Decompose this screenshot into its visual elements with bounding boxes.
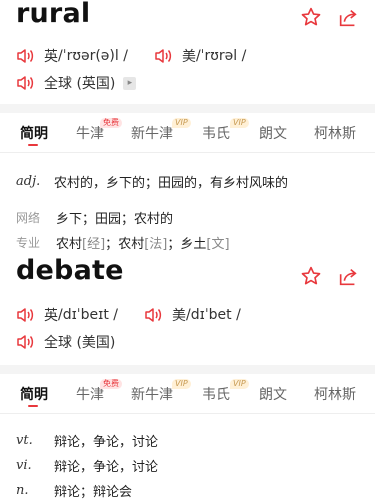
specialty-term: 乡土 [180,237,207,252]
share-icon[interactable] [337,7,359,29]
tab-longman[interactable]: 朗文 [259,123,287,143]
tabs-divider [0,152,375,153]
tab-collins[interactable]: 柯林斯 [314,123,356,143]
definition-row: vi. 辩论，争论，讨论 [16,456,158,475]
uk-label: 英 [44,308,58,324]
part-of-speech: n. [16,483,29,498]
headword: rural [16,0,91,29]
tab-new-oxford[interactable]: 新牛津 [131,123,173,143]
tab-concise[interactable]: 简明 [20,123,48,143]
us-pronunciation[interactable]: 美 / ˈrʊrəl / [154,46,246,66]
speaker-icon[interactable] [144,307,164,323]
vip-badge: VIP [230,379,249,389]
part-of-speech: adj. [16,174,41,189]
active-tab-indicator [28,144,38,146]
web-definition-row: 网络 乡下；田园；农村的 [16,208,173,227]
specialty-source: [文] [206,237,230,252]
specialty-term: 农村 [118,237,145,252]
definition-row: n. 辩论；辩论会 [16,481,132,500]
free-badge: 免费 [100,118,122,128]
chevron-right-icon[interactable]: ▸ [123,76,137,90]
uk-pronunciation[interactable]: 英 / dɪˈbeɪt / [16,305,118,325]
specialty-tag: 专业 [16,236,41,250]
active-tab-indicator [28,405,38,407]
definition-text: 辩论；辩论会 [54,485,133,500]
uk-label: 英 [44,49,58,65]
tab-webster[interactable]: 韦氏 [202,123,230,143]
us-pronunciation[interactable]: 美 / dɪˈbet / [144,305,241,325]
star-icon[interactable] [300,6,322,28]
tab-collins[interactable]: 柯林斯 [314,384,356,404]
uk-ipa: ˈrʊər(ə)l / [62,48,128,64]
entry-debate: debate 英 / dɪˈbeɪt / 美 / dɪˈbet / 全球 (美国… [0,255,375,500]
share-icon[interactable] [337,266,359,288]
specialty-definition-row: 专业 农村 [经] ； 农村 [法] ； 乡土 [文] [16,233,230,252]
uk-pronunciation[interactable]: 英 / ˈrʊər(ə)l / [16,46,128,66]
part-of-speech: vt. [16,433,33,448]
definition-text: 农村的，乡下的；田园的，有乡村风味的 [54,176,289,191]
headword: debate [16,255,124,286]
free-badge: 免费 [100,379,122,389]
specialty-term: 农村 [56,237,83,252]
dictionary-tabs: 简明 牛津 免费 新牛津 VIP 韦氏 VIP 朗文 柯林斯 [0,115,375,151]
tab-webster[interactable]: 韦氏 [202,384,230,404]
us-label: 美 [181,49,196,65]
definition-text: 辩论，争论，讨论 [54,460,159,475]
specialty-source: [经] [82,237,106,252]
us-label: 美 [172,308,187,324]
us-ipa: dɪˈbet / [190,307,241,323]
speaker-icon[interactable] [16,48,36,64]
global-label: 全球 (美国) [44,335,116,351]
speaker-icon[interactable] [16,75,36,91]
vip-badge: VIP [172,118,191,128]
definition-row: vt. 辩论，争论，讨论 [16,431,158,450]
star-icon[interactable] [300,265,322,287]
vip-badge: VIP [172,379,191,389]
pronunciation-row: 英 / ˈrʊər(ə)l / 美 / ˈrʊrəl / [16,46,272,66]
section-separator [0,104,375,113]
part-of-speech: vi. [16,458,32,473]
speaker-icon[interactable] [16,334,36,350]
global-pronunciation[interactable]: 全球 (英国) ▸ [16,73,137,93]
speaker-icon[interactable] [154,48,174,64]
pronunciation-row: 英 / dɪˈbeɪt / 美 / dɪˈbet / [16,305,267,325]
tab-longman[interactable]: 朗文 [259,384,287,404]
uk-ipa: dɪˈbeɪt / [62,307,119,323]
us-ipa: ˈrʊrəl / [200,48,247,64]
tabs-divider [0,413,375,414]
vip-badge: VIP [230,118,249,128]
definition-text: 辩论，争论，讨论 [54,435,159,450]
web-tag: 网络 [16,211,41,225]
web-definition-text: 乡下；田园；农村的 [56,212,174,227]
dictionary-tabs: 简明 牛津 免费 新牛津 VIP 韦氏 VIP 朗文 柯林斯 [0,376,375,412]
section-separator [0,365,375,374]
global-label: 全球 (英国) [44,76,116,92]
tab-concise[interactable]: 简明 [20,384,48,404]
definition-row: adj. 农村的，乡下的；田园的，有乡村风味的 [16,172,288,191]
global-pronunciation[interactable]: 全球 (美国) [16,332,115,352]
specialty-source: [法] [144,237,168,252]
entry-rural: rural 英 / ˈrʊər(ə)l / 美 / ˈrʊrəl / 全球 (英… [0,0,375,260]
speaker-icon[interactable] [16,307,36,323]
tab-new-oxford[interactable]: 新牛津 [131,384,173,404]
